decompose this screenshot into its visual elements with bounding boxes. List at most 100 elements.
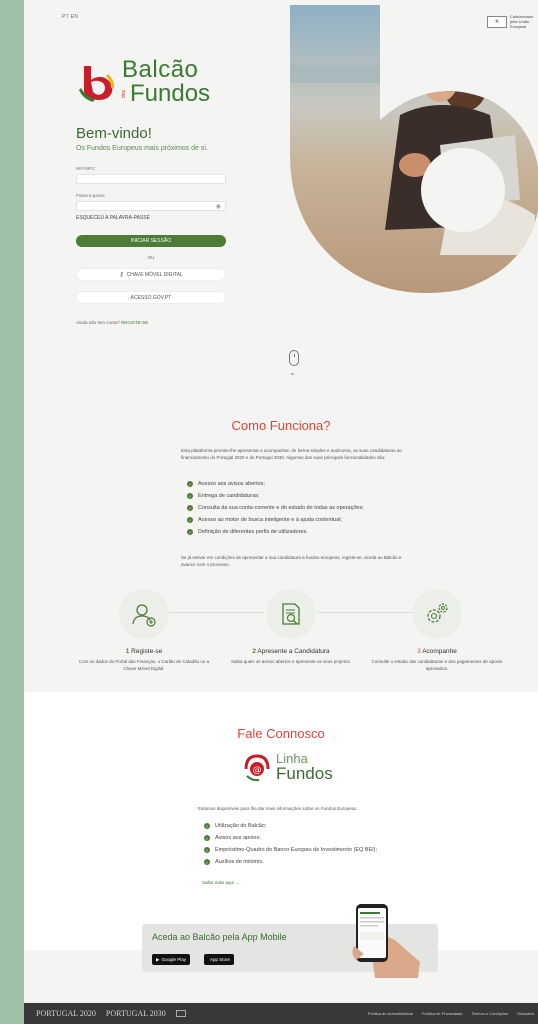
google-play-label: Google Play	[161, 957, 186, 962]
linha-fundos-logo: @ Linha Fundos	[242, 752, 333, 782]
list-item: ✓ Acesso aos avisos abertos;	[187, 478, 364, 490]
svg-text:@: @	[253, 766, 262, 776]
scroll-mouse-icon[interactable]	[289, 350, 299, 366]
check-icon: ✓	[187, 493, 193, 499]
nif-label: NIF/NIPC	[76, 166, 96, 171]
terms-link[interactable]: Termos e Condições	[472, 1011, 508, 1016]
check-icon: ✓	[204, 859, 210, 865]
user-add-icon	[132, 604, 156, 627]
step-1-desc: Com os dados do Portal das Finanças, o C…	[78, 659, 210, 671]
topic-text: Utilização do Balcão;	[215, 823, 267, 829]
features-list: ✓ Acesso aos avisos abertos; ✓ Entrega de …	[187, 478, 364, 538]
hero-photo	[290, 5, 538, 294]
step-connector	[169, 612, 264, 613]
step-number: 3	[417, 648, 421, 655]
list-item: ✓ Definição de diferentes perfis de utili…	[187, 526, 364, 538]
logo-word-balcao: Balcão	[122, 56, 199, 83]
acesso-gov-button[interactable]: ACESSO.GOV.PT	[76, 291, 226, 304]
list-item: ✓ Consulta da sua conta-corrente e do est…	[187, 502, 364, 514]
step-3-circle	[412, 589, 462, 639]
app-banner-title: Aceda ao Balcão pela App Mobile	[152, 932, 287, 942]
nif-input[interactable]	[76, 174, 226, 184]
mobile-key-icon: ⚷	[119, 272, 124, 278]
step-title-text: Acompanhe	[422, 648, 457, 655]
register-prompt: Ainda não tem conta? REGISTE-SE	[76, 320, 148, 325]
google-play-button[interactable]: ▶ Google Play	[152, 954, 190, 965]
phone-in-hand-image	[352, 904, 420, 978]
check-icon: ✓	[187, 481, 193, 487]
contact-title: Fale Connosco	[237, 726, 325, 741]
feature-text: Acesso aos avisos abertos;	[198, 481, 265, 487]
topic-text: Empréstimo-Quadro do Banco Europeu de In…	[215, 847, 378, 853]
chave-movel-label: CHAVE MÓVEL DIGITAL	[126, 271, 183, 278]
chave-movel-digital-button[interactable]: ⚷ CHAVE MÓVEL DIGITAL	[76, 268, 226, 281]
or-separator: OU	[147, 255, 155, 260]
logo-word-dos: dos	[121, 89, 127, 99]
footer-logos: PORTUGAL 2020 PORTUGAL 2030	[36, 1009, 186, 1018]
topic-text: Auxílios de minimis.	[215, 859, 264, 865]
password-label: Palavra-passe	[76, 193, 105, 198]
app-store-button[interactable]: App Store	[204, 954, 235, 965]
step-title-text: Apresente a Candidatura	[257, 648, 330, 655]
topic-text: Avisos aos apoios;	[215, 835, 261, 841]
check-icon: ✓	[187, 505, 193, 511]
fundos-word: Fundos	[276, 764, 333, 783]
privacy-link[interactable]: Política de Privacidade	[422, 1011, 463, 1016]
check-icon: ✓	[204, 847, 210, 853]
como-intro: Esta plataforma permite-lhe apresentar e…	[181, 448, 402, 460]
step-2-title: 2 Apresente a Candidatura	[221, 648, 361, 655]
check-icon: ✓	[187, 517, 193, 523]
balcao-fundos-logo[interactable]: Balcão dos Fundos	[78, 58, 210, 106]
page: PT EN ★ Cofinanciado pela União Europeia…	[24, 0, 538, 1024]
list-item: ✓ Entrega de candidaturas;	[187, 490, 364, 502]
list-item: ✓ Auxílios de minimis.	[204, 856, 377, 868]
register-link[interactable]: REGISTE-SE	[121, 320, 148, 325]
step-3-desc: Consulte o estado das candidaturas e dos…	[371, 659, 503, 671]
document-search-icon	[282, 603, 300, 625]
contact-topics-list: ✓ Utilização do Balcão; ✓ Avisos aos apoio…	[204, 820, 377, 868]
accessibility-link[interactable]: Política de Acessibilidade	[368, 1011, 413, 1016]
forgot-password-link[interactable]: ESQUECEU A PALAVRA-PASSE	[76, 215, 150, 221]
welcome-title: Bem-vindo!	[76, 125, 152, 142]
signin-button[interactable]: INICIAR SESSÃO	[76, 235, 226, 247]
feature-text: Consulta da sua conta-corrente e do esta…	[198, 505, 364, 511]
portugal-2020-logo: PORTUGAL 2020	[36, 1009, 96, 1018]
step-number: 2	[252, 648, 256, 655]
show-password-icon[interactable]: ◉	[216, 203, 221, 210]
footer: PORTUGAL 2020 PORTUGAL 2030 Política de …	[24, 1003, 538, 1024]
logo-word-fundos: Fundos	[130, 80, 211, 107]
gears-icon	[427, 603, 448, 623]
glossary-link[interactable]: Glossário	[517, 1011, 534, 1016]
step-2-circle	[266, 589, 316, 639]
balcao-logo-icon	[79, 66, 115, 102]
step-title-text: Registe-se	[131, 648, 163, 655]
password-input[interactable]: ◉	[76, 201, 226, 211]
play-icon: ▶	[156, 956, 160, 962]
step-1-circle	[119, 589, 169, 639]
step-3-title: 3 Acompanhe	[367, 648, 507, 655]
como-funciona-title: Como Funciona?	[231, 418, 331, 433]
language-switch[interactable]: PT EN	[62, 14, 78, 20]
footer-links: Política de Acessibilidade Política de P…	[368, 1011, 534, 1016]
step-number: 1	[125, 648, 130, 655]
feature-text: Entrega de candidaturas;	[198, 493, 260, 499]
list-item: ✓ Empréstimo-Quadro do Banco Europeu de I…	[204, 844, 377, 856]
step-2-desc: Saiba quais os avisos abertos e apresent…	[230, 659, 352, 664]
no-account-text: Ainda não tem conta?	[76, 320, 120, 325]
step-1-title: 1 Registe-se	[74, 648, 214, 655]
headset-at-icon: @	[244, 754, 270, 782]
step-connector	[317, 612, 412, 613]
contact-intro: Estamos disponíveis para lhe dar mais in…	[198, 806, 358, 811]
como-outro: Se já estiver em condições de apresentar…	[181, 555, 402, 567]
see-more-link[interactable]: Saiba mais aqui →	[202, 880, 240, 885]
welcome-subtitle: Os Fundos Europeus mais próximos de si.	[76, 145, 208, 152]
list-item: ✓ Avisos aos apoios;	[204, 832, 377, 844]
app-store-label: App Store	[210, 957, 231, 962]
list-item: ✓ Utilização do Balcão;	[204, 820, 377, 832]
app-mobile-banner: Aceda ao Balcão pela App Mobile ▶ Google…	[142, 904, 438, 978]
feature-text: Acesso ao motor de busca inteligente e à…	[198, 517, 343, 523]
feature-text: Definição de diferentes perfis de utiliz…	[198, 529, 308, 535]
eu-flag-icon	[175, 1010, 186, 1017]
chevron-down-icon[interactable]: ⌄	[289, 368, 296, 377]
list-item: ✓ Acesso ao motor de busca inteligente e …	[187, 514, 364, 526]
